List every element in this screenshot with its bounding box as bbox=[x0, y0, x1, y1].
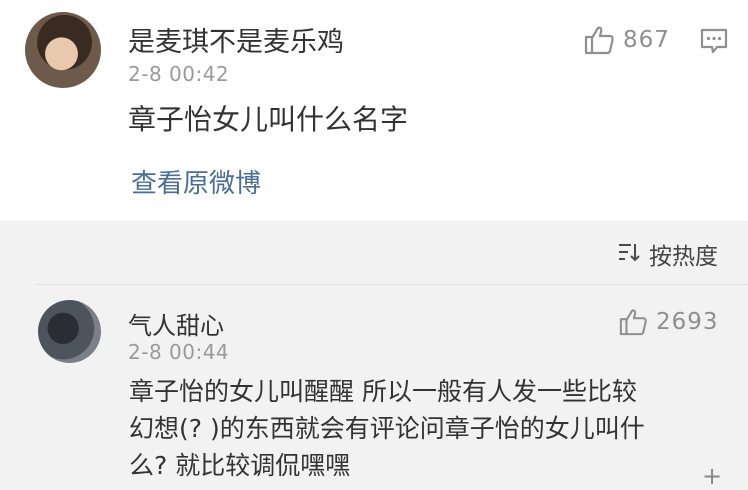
comment-timestamp: 2-8 00:44 bbox=[128, 340, 230, 364]
avatar[interactable] bbox=[25, 12, 101, 88]
post-username[interactable]: 是麦琪不是麦乐鸡 bbox=[128, 20, 344, 59]
post-like-count: 867 bbox=[623, 27, 670, 53]
expand-icon[interactable]: + bbox=[702, 462, 722, 490]
sort-icon bbox=[617, 241, 641, 267]
divider bbox=[36, 284, 748, 285]
comment-username[interactable]: 气人甜心 bbox=[128, 306, 224, 341]
post-text: 章子怡女儿叫什么名字 bbox=[128, 103, 409, 136]
post-card: 是麦琪不是麦乐鸡 2-8 00:42 867 章子怡女儿叫什么名字 查看原微博 bbox=[0, 0, 748, 221]
avatar[interactable] bbox=[38, 300, 101, 363]
sort-label: 按热度 bbox=[649, 244, 718, 270]
thumbs-up-icon bbox=[583, 25, 615, 55]
comment-text: 章子怡的女儿叫醒醒 所以一般有人发一些比较 幻想(? )的东西就会有评论问章子怡… bbox=[129, 373, 729, 484]
comment-like-count: 2693 bbox=[656, 309, 719, 335]
comment-icon[interactable] bbox=[700, 27, 728, 59]
comment-text-line: 章子怡的女儿叫醒醒 所以一般有人发一些比较 bbox=[129, 377, 637, 406]
comment-like-button[interactable]: 2693 bbox=[618, 308, 719, 336]
comment-text-line: 么? 就比较调侃嘿嘿 bbox=[129, 451, 351, 480]
thumbs-up-icon bbox=[618, 308, 648, 336]
post-like-button[interactable]: 867 bbox=[583, 25, 670, 55]
view-original-link[interactable]: 查看原微博 bbox=[131, 163, 261, 200]
comment-text-line: 幻想(? )的东西就会有评论问章子怡的女儿叫什 bbox=[129, 414, 645, 443]
sort-button[interactable]: 按热度 bbox=[617, 237, 718, 271]
post-timestamp: 2-8 00:42 bbox=[128, 62, 230, 86]
